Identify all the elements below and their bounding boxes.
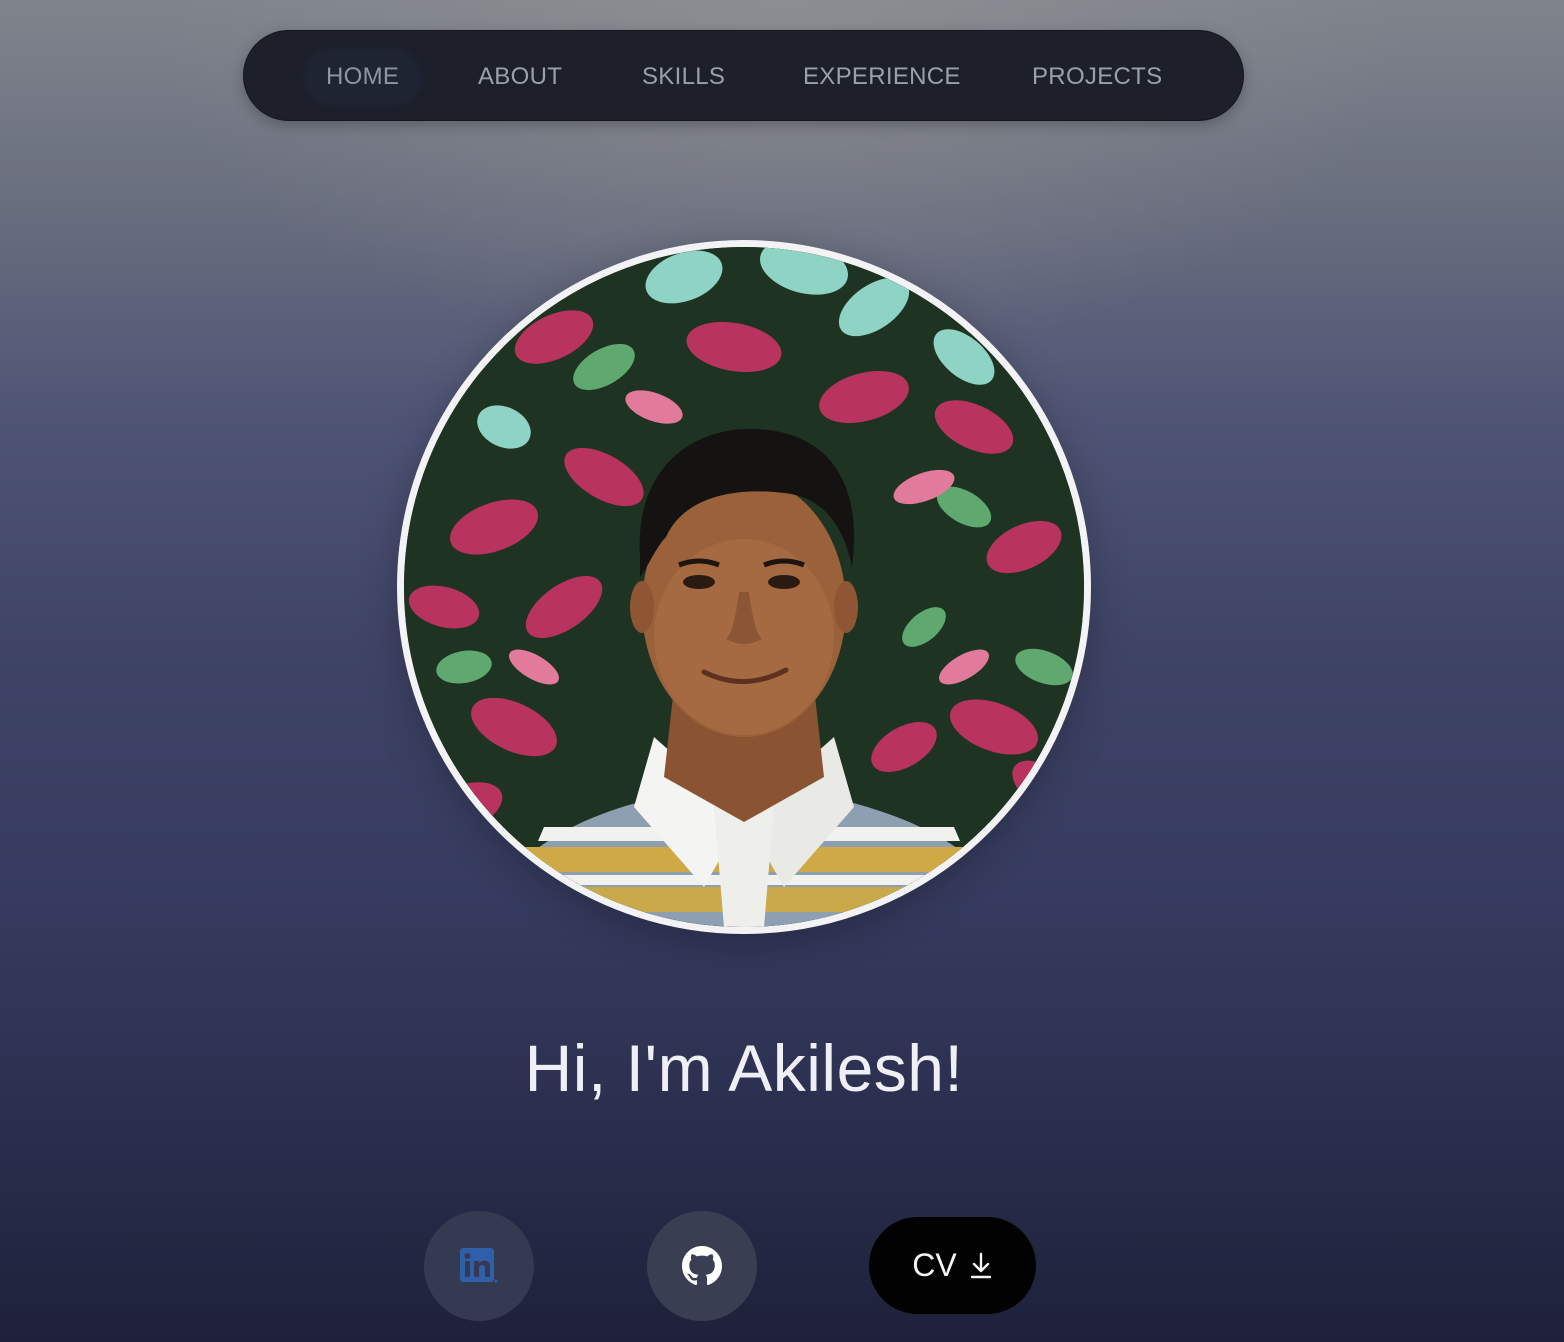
github-icon (682, 1246, 722, 1286)
cv-download-button[interactable]: CV (869, 1217, 1036, 1314)
cv-label: CV (912, 1247, 957, 1283)
linkedin-icon (460, 1248, 498, 1283)
nav-about[interactable]: ABOUT (478, 59, 562, 95)
nav-skills[interactable]: SKILLS (642, 59, 725, 95)
nav-experience[interactable]: EXPERIENCE (803, 59, 961, 95)
hero-headline: Hi, I'm Akilesh! (524, 1031, 964, 1105)
top-nav: HOME ABOUT SKILLS EXPERIENCE PROJECTS (243, 30, 1244, 121)
download-icon (970, 1252, 991, 1278)
nav-home[interactable]: HOME (306, 51, 420, 103)
github-button[interactable] (647, 1211, 757, 1321)
profile-photo (397, 240, 1091, 934)
nav-projects[interactable]: PROJECTS (1032, 59, 1162, 95)
linkedin-button[interactable] (424, 1211, 534, 1321)
